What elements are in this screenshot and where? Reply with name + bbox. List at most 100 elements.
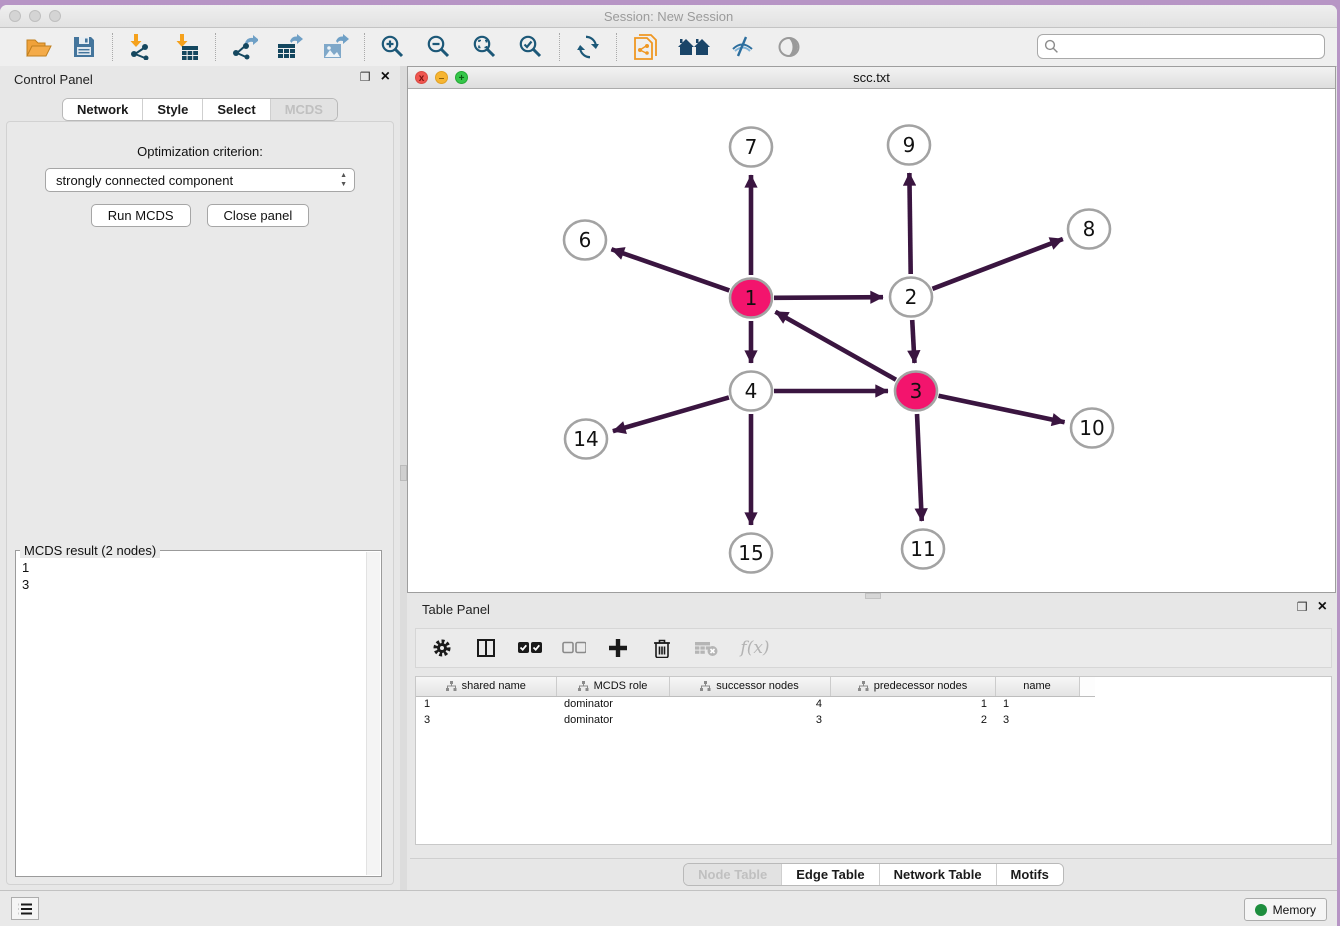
network-zoom-button[interactable]: +: [455, 71, 468, 84]
edge-4-14[interactable]: [613, 397, 729, 431]
zoom-window-button[interactable]: [49, 10, 61, 22]
table-close-panel-icon[interactable]: ×: [1318, 601, 1327, 613]
edge-3-11[interactable]: [917, 414, 922, 521]
graph-node-8[interactable]: 8: [1068, 210, 1110, 249]
table-cell[interactable]: 4: [669, 696, 830, 712]
search-box: [1037, 34, 1325, 59]
zoom-fit-icon[interactable]: [471, 33, 499, 61]
export-table-icon[interactable]: [276, 33, 304, 61]
table-row[interactable]: 3dominator323: [416, 712, 1095, 728]
table-tab-node-table[interactable]: Node Table: [684, 864, 781, 885]
table-cell[interactable]: 3: [995, 712, 1079, 728]
tab-mcds[interactable]: MCDS: [270, 99, 337, 120]
table-cell[interactable]: 1: [995, 696, 1079, 712]
graph-node-9[interactable]: 9: [888, 126, 930, 165]
close-panel-button[interactable]: Close panel: [207, 204, 310, 227]
network-window-titlebar[interactable]: x – + scc.txt: [408, 67, 1335, 89]
tab-select[interactable]: Select: [202, 99, 269, 120]
zoom-out-icon[interactable]: [425, 33, 453, 61]
network-document-icon[interactable]: [631, 33, 659, 61]
table-cell[interactable]: 1: [830, 696, 995, 712]
select-all-checkboxes-icon[interactable]: [518, 636, 542, 660]
delete-column-trash-icon[interactable]: [650, 636, 674, 660]
graph-node-14[interactable]: 14: [565, 420, 607, 459]
tab-style[interactable]: Style: [142, 99, 202, 120]
close-window-button[interactable]: [9, 10, 21, 22]
export-image-icon[interactable]: [322, 33, 350, 61]
column-header-successor-nodes[interactable]: successor nodes: [669, 677, 830, 696]
node-label: 6: [579, 228, 592, 252]
tab-network[interactable]: Network: [63, 99, 142, 120]
edge-2-8[interactable]: [932, 239, 1062, 289]
graph-node-2[interactable]: 2: [890, 278, 932, 317]
edge-3-10[interactable]: [939, 396, 1065, 423]
table-row[interactable]: 1dominator411: [416, 696, 1095, 712]
add-column-icon[interactable]: [606, 636, 630, 660]
graph-node-4[interactable]: 4: [730, 372, 772, 411]
graph-node-11[interactable]: 11: [902, 530, 944, 569]
edge-2-3[interactable]: [912, 320, 914, 363]
column-header-shared-name[interactable]: shared name: [416, 677, 556, 696]
criterion-select[interactable]: strongly connected component ▲▼: [45, 168, 355, 192]
run-mcds-button[interactable]: Run MCDS: [91, 204, 191, 227]
apply-layout-icon[interactable]: [574, 33, 602, 61]
table-cell[interactable]: 1: [416, 696, 556, 712]
home-network-icon[interactable]: [677, 33, 711, 61]
node-label: 14: [573, 427, 598, 451]
graph-node-15[interactable]: 15: [730, 534, 772, 573]
column-header-predecessor-nodes[interactable]: predecessor nodes: [830, 677, 995, 696]
network-canvas[interactable]: 7 9 6 8 1 2 4 3 14 10 15 11: [408, 89, 1335, 592]
show-panel-eye-icon[interactable]: [775, 33, 803, 61]
network-close-button[interactable]: x: [415, 71, 428, 84]
function-builder-icon[interactable]: f(x): [738, 636, 772, 660]
zoom-in-icon[interactable]: [379, 33, 407, 61]
export-network-icon[interactable]: [230, 33, 258, 61]
column-header-name[interactable]: name: [995, 677, 1079, 696]
task-list-icon: [17, 902, 33, 916]
task-history-button[interactable]: [11, 897, 39, 920]
horizontal-splitter-handle[interactable]: [865, 593, 881, 599]
table-cell[interactable]: 2: [830, 712, 995, 728]
panel-splitter[interactable]: [400, 66, 407, 890]
edge-3-1[interactable]: [775, 312, 896, 380]
mcds-result-text[interactable]: 1 3: [22, 559, 365, 874]
graph-node-6[interactable]: 6: [564, 221, 606, 260]
memory-button[interactable]: Memory: [1244, 898, 1327, 921]
close-panel-icon[interactable]: ×: [381, 71, 390, 83]
table-cell[interactable]: dominator: [556, 696, 669, 712]
graph-node-1[interactable]: 1: [730, 279, 772, 318]
import-network-icon[interactable]: [127, 33, 155, 61]
float-panel-icon[interactable]: ❒: [360, 70, 371, 84]
table-tab-network-table[interactable]: Network Table: [879, 864, 996, 885]
hide-panel-eye-icon[interactable]: [729, 33, 757, 61]
table-settings-gear-icon[interactable]: [430, 636, 454, 660]
edge-2-9[interactable]: [909, 173, 910, 274]
node-label: 2: [905, 285, 918, 309]
table-cell[interactable]: 3: [416, 712, 556, 728]
table-tab-motifs[interactable]: Motifs: [996, 864, 1063, 885]
delete-table-icon[interactable]: [694, 636, 718, 660]
network-minimize-button[interactable]: –: [435, 71, 448, 84]
column-header-MCDS-role[interactable]: MCDS role: [556, 677, 669, 696]
node-label: 9: [903, 133, 916, 157]
table-float-panel-icon[interactable]: ❒: [1297, 600, 1308, 614]
import-table-icon[interactable]: [173, 33, 201, 61]
minimize-window-button[interactable]: [29, 10, 41, 22]
result-scrollbar[interactable]: [366, 552, 380, 875]
column-visibility-icon[interactable]: [474, 636, 498, 660]
save-session-icon[interactable]: [70, 33, 98, 61]
edge-1-2[interactable]: [774, 297, 883, 298]
table-tab-edge-table[interactable]: Edge Table: [781, 864, 878, 885]
table-cell[interactable]: 3: [669, 712, 830, 728]
graph-node-7[interactable]: 7: [730, 128, 772, 167]
network-graph[interactable]: 7 9 6 8 1 2 4 3 14 10 15 11: [408, 89, 1335, 592]
open-file-icon[interactable]: [24, 33, 52, 61]
zoom-selected-icon[interactable]: [517, 33, 545, 61]
search-input[interactable]: [1063, 39, 1318, 54]
edge-1-6[interactable]: [611, 249, 729, 290]
splitter-handle[interactable]: [400, 465, 407, 481]
graph-node-3[interactable]: 3: [895, 372, 937, 411]
deselect-all-checkboxes-icon[interactable]: [562, 636, 586, 660]
table-cell[interactable]: dominator: [556, 712, 669, 728]
graph-node-10[interactable]: 10: [1071, 409, 1113, 448]
